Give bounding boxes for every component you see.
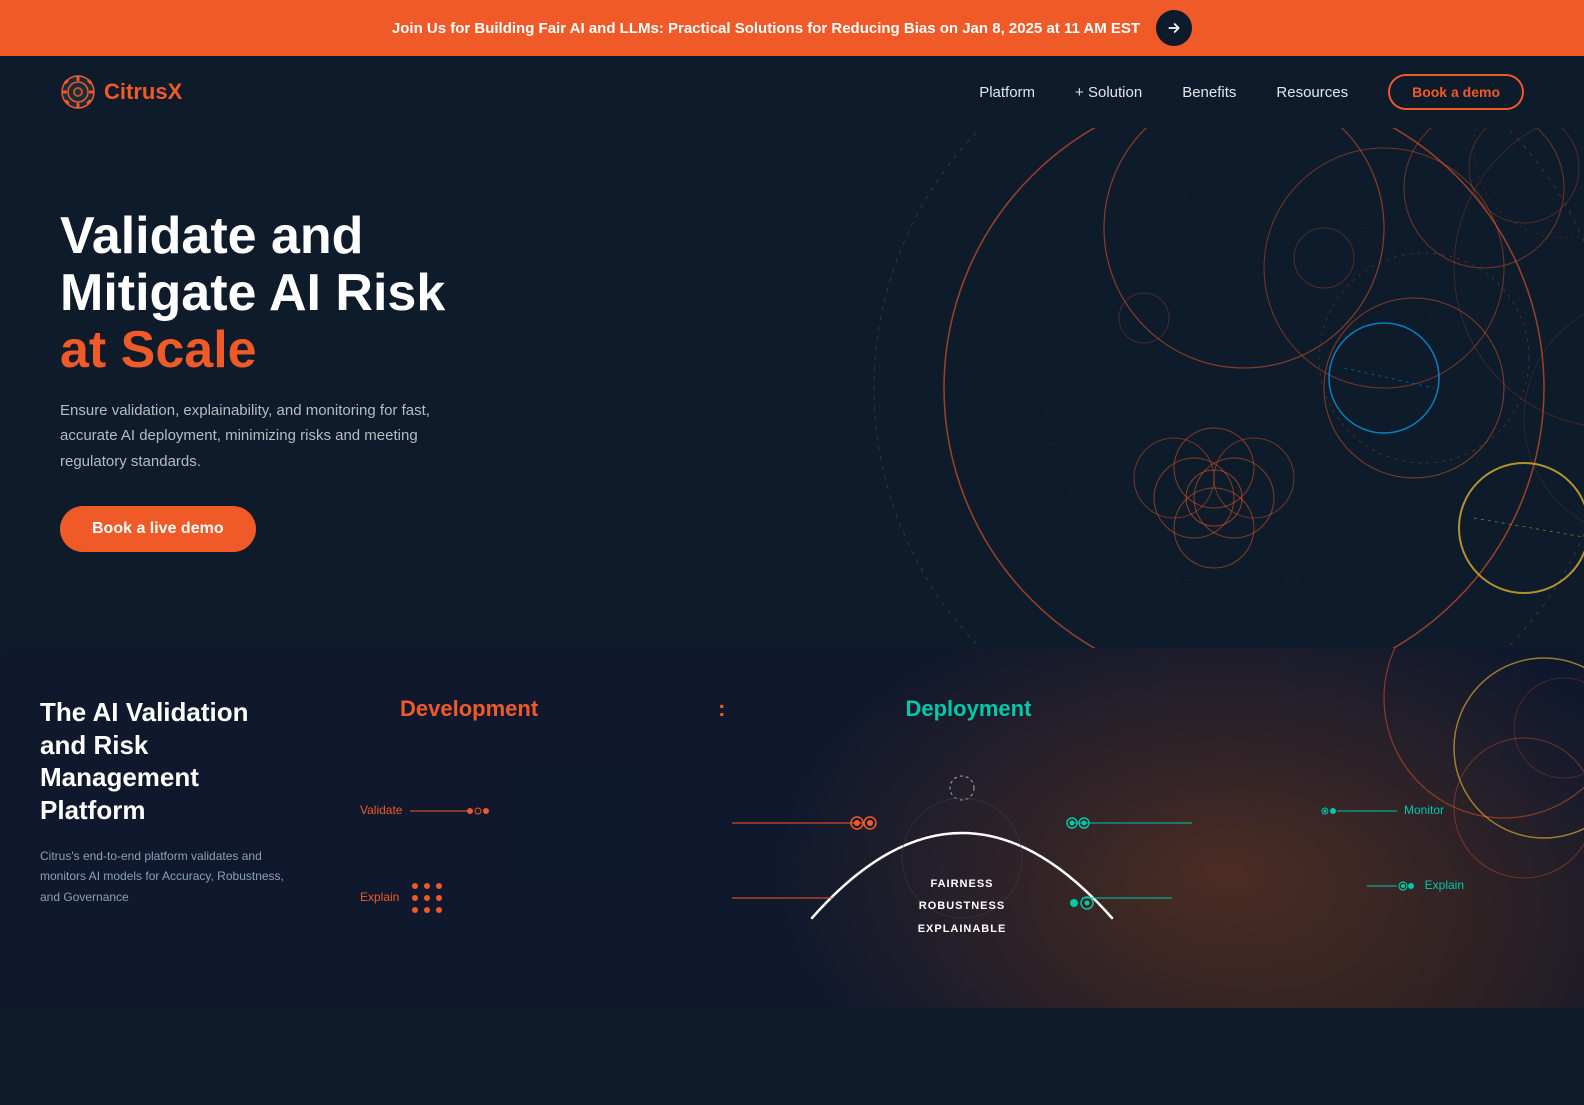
hero-graphic [764, 128, 1584, 648]
card-desc: Citrus's end-to-end platform validates a… [40, 846, 300, 907]
logo-wordmark: CitrusX [104, 79, 182, 105]
banner-arrow-button[interactable]: path{stroke:#fff;stroke-width:2.5;fill:n… [1156, 10, 1192, 46]
explainable-label: EXPLAINABLE [918, 923, 1007, 935]
live-demo-button[interactable]: Book a live demo [60, 506, 256, 552]
fairness-label: FAIRNESS [930, 878, 993, 890]
nav-resources[interactable]: Resources [1276, 84, 1348, 101]
nav-platform[interactable]: Platform [979, 84, 1035, 101]
development-label: Development [400, 696, 538, 722]
dev-deploy-row: Development : Deployment [400, 696, 1031, 722]
separator: : [718, 696, 725, 722]
hero-accent: at Scale [60, 321, 257, 379]
hero-subtitle: Ensure validation, explainability, and m… [60, 398, 460, 475]
card-left: The AI Validation and Risk Management Pl… [0, 648, 340, 1008]
nav-solution[interactable]: + Solution [1075, 84, 1142, 101]
right-decorative-graphic [1284, 648, 1584, 1008]
navbar: CitrusX Platform + Solution Benefits Res… [0, 56, 1584, 128]
nav-benefits[interactable]: Benefits [1182, 84, 1236, 101]
hero-section: Validate and Mitigate AI Risk at Scale E… [0, 128, 1584, 648]
arrow-right-icon: path{stroke:#fff;stroke-width:2.5;fill:n… [1166, 20, 1182, 36]
hero-content: Validate and Mitigate AI Risk at Scale E… [60, 188, 460, 552]
logo-icon [60, 74, 96, 110]
banner-text: Join Us for Building Fair AI and LLMs: P… [392, 20, 1140, 37]
platform-card: The AI Validation and Risk Management Pl… [0, 648, 1584, 1008]
nav-links: Platform + Solution Benefits Resources B… [979, 74, 1524, 110]
announcement-banner: Join Us for Building Fair AI and LLMs: P… [0, 0, 1584, 56]
card-diagram: Development : Deployment Validate Explai… [340, 648, 1584, 1008]
hero-title: Validate and Mitigate AI Risk at Scale [60, 208, 460, 380]
robustness-label: ROBUSTNESS [919, 900, 1005, 912]
book-demo-button[interactable]: Book a demo [1388, 74, 1524, 110]
logo[interactable]: CitrusX [60, 74, 182, 110]
card-title: The AI Validation and Risk Management Pl… [40, 696, 300, 826]
deployment-label: Deployment [905, 696, 1031, 722]
lower-section: The AI Validation and Risk Management Pl… [0, 648, 1584, 1008]
